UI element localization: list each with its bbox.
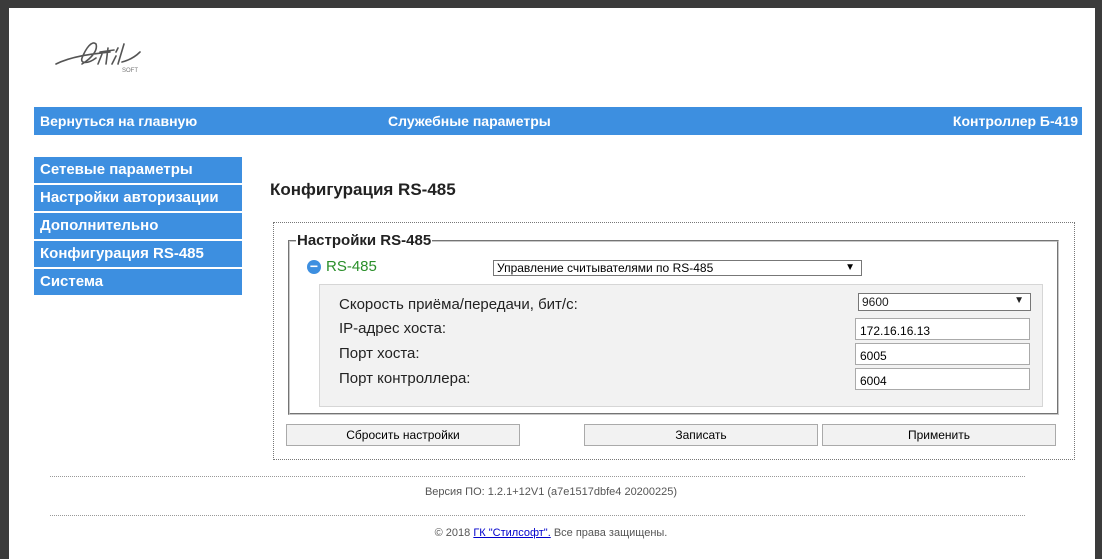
apply-button[interactable]: Применить [822,424,1056,446]
sidebar-item-additional[interactable]: Дополнительно [34,213,242,239]
speed-select[interactable]: 9600 ▼ [858,293,1031,311]
sidebar-item-auth[interactable]: Настройки авторизации [34,185,242,211]
copyright-suffix: Все права защищены. [550,527,668,539]
copyright: © 2018 ГК "Стилсофт". Все права защищены… [0,527,1102,539]
sidebar-nav: Сетевые параметры Настройки авторизации … [34,157,242,297]
mode-select-value: Управление считывателями по RS-485 [497,261,714,275]
host-port-label: Порт хоста: [339,345,420,362]
firmware-version: Версия ПО: 1.2.1+12V1 (a7e1517dbfe4 2020… [424,486,678,498]
divider [50,476,1025,477]
host-port-field[interactable]: 6005 [855,343,1030,365]
fieldset-legend: Настройки RS-485 [297,232,432,249]
section-title: Служебные параметры [388,113,551,129]
copyright-prefix: © 2018 [434,527,474,539]
logo-subtext: SOFT [122,68,138,74]
controller-port-field[interactable]: 6004 [855,368,1030,390]
chevron-down-icon: ▼ [845,262,855,273]
window-frame-top [0,0,1102,8]
rs485-toggle-row: − RS-485 [307,258,377,275]
controller-port-label: Порт контроллера: [339,370,471,387]
speed-select-value: 9600 [862,295,889,309]
reset-settings-button[interactable]: Сбросить настройки [286,424,520,446]
header-bar: Вернуться на главную Служебные параметры… [34,107,1082,135]
page-title: Конфигурация RS-485 [270,180,456,199]
stilsoft-logo: SOFT [55,42,141,74]
back-to-main-link[interactable]: Вернуться на главную [40,113,197,129]
sidebar-item-rs485[interactable]: Конфигурация RS-485 [34,241,242,267]
rs485-label: RS-485 [326,258,377,275]
ip-address-field[interactable]: 172.16.16.13 [855,318,1030,340]
divider [50,515,1025,516]
window-frame-right [1095,0,1102,559]
sidebar-item-system[interactable]: Система [34,269,242,295]
window-frame-left [0,0,9,559]
write-button[interactable]: Записать [584,424,818,446]
chevron-down-icon: ▼ [1014,295,1024,306]
speed-label: Скорость приёма/передачи, бит/с: [339,296,578,313]
company-link[interactable]: ГК "Стилсофт". [473,527,550,539]
device-name: Контроллер Б-419 [952,113,1078,129]
mode-select[interactable]: Управление считывателями по RS-485 ▼ [493,260,862,276]
sidebar-item-network[interactable]: Сетевые параметры [34,157,242,183]
ip-label: IP-адрес хоста: [339,320,446,337]
minus-circle-icon[interactable]: − [307,259,321,274]
